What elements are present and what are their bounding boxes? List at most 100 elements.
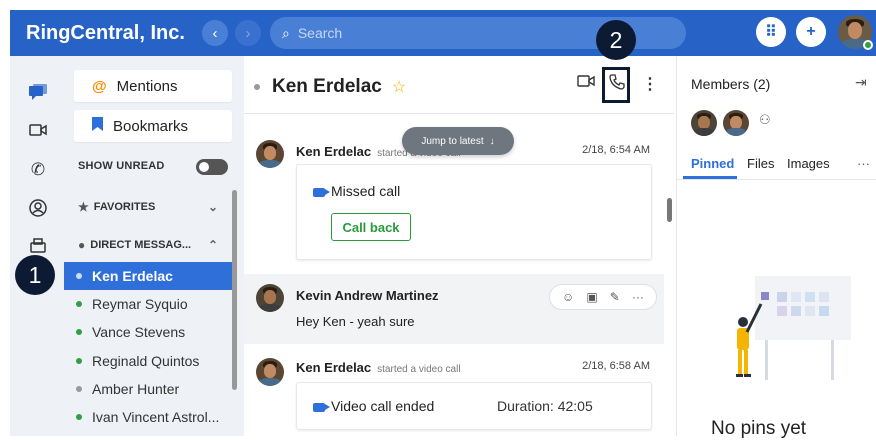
call-duration: Duration: 42:05 xyxy=(497,398,593,414)
missed-call-card: Missed call Call back xyxy=(296,164,652,260)
status-dot xyxy=(76,273,82,279)
forward-button[interactable]: › xyxy=(235,20,261,46)
contact-name: Reginald Quintos xyxy=(92,353,200,369)
presence-dot xyxy=(254,84,260,90)
tabs-more-icon[interactable]: ··· xyxy=(857,156,870,171)
more-vertical-icon[interactable]: ⋮ xyxy=(642,74,658,94)
star-icon: ★ xyxy=(78,200,89,214)
phone-icon[interactable]: ✆ xyxy=(26,158,50,182)
step-2-marker: 2 xyxy=(596,20,636,60)
call-ended-text: Video call ended xyxy=(313,398,434,414)
contacts-icon[interactable] xyxy=(26,196,50,220)
status-dot xyxy=(76,414,82,420)
edit-icon[interactable]: ✎ xyxy=(610,290,620,304)
empty-pins-illustration xyxy=(736,276,851,380)
panel-tabs: Pinned Files Images ··· xyxy=(677,154,876,180)
step-1-marker: 1 xyxy=(15,255,55,295)
add-member-icon[interactable]: ⚇ xyxy=(759,112,771,128)
tab-pinned[interactable]: Pinned xyxy=(691,156,734,171)
message-time: 2/18, 6:58 AM xyxy=(582,360,650,372)
arrow-down-icon: ↓ xyxy=(489,135,495,147)
message-time: 2/18, 6:54 AM xyxy=(582,144,650,156)
status-dot xyxy=(76,358,82,364)
video-camera-icon xyxy=(313,402,330,412)
contact-item[interactable]: Reginald Quintos xyxy=(64,347,232,375)
video-camera-icon xyxy=(313,187,330,197)
contact-name: Vance Stevens xyxy=(92,324,186,340)
contact-item[interactable]: Ivan Vincent Astrol... xyxy=(64,403,232,431)
back-button[interactable]: ‹ xyxy=(202,20,228,46)
bookmark-icon xyxy=(92,117,103,135)
status-dot xyxy=(76,329,82,335)
missed-call-text: Missed call xyxy=(313,183,400,199)
video-icon[interactable] xyxy=(26,118,50,142)
contact-item[interactable]: Ken Erdelac xyxy=(64,262,232,290)
tab-images[interactable]: Images xyxy=(787,156,830,171)
author-avatar[interactable] xyxy=(256,284,284,312)
message-body: Hey Ken - yeah sure xyxy=(296,314,415,329)
conversation-title: Ken Erdelac ☆ xyxy=(254,76,406,98)
sidebar-scrollbar[interactable] xyxy=(232,190,237,390)
contact-name: Ken Erdelac xyxy=(92,268,173,284)
message-actions: ☺ ▣ ✎ ··· xyxy=(549,284,657,310)
direct-messages-label: DIRECT MESSAG... xyxy=(90,239,192,251)
app-rail: ✆ xyxy=(10,56,64,436)
chevron-up-icon: ⌃ xyxy=(207,238,218,252)
messages-icon[interactable] xyxy=(26,80,50,104)
dialpad-icon[interactable]: ⠿ xyxy=(756,17,786,47)
active-tab-indicator xyxy=(683,176,737,179)
favorite-star-icon[interactable]: ☆ xyxy=(392,77,406,97)
at-icon: @ xyxy=(92,77,107,95)
presence-online-icon xyxy=(863,40,873,50)
message-author: Kevin Andrew Martinez xyxy=(296,288,439,303)
show-unread-label: SHOW UNREAD xyxy=(78,160,165,172)
author-avatar[interactable] xyxy=(256,140,284,168)
status-dot xyxy=(76,301,82,307)
contact-item[interactable]: Reymar Syquio xyxy=(64,290,232,318)
direct-messages-section[interactable]: ● DIRECT MESSAG... ⌃ xyxy=(78,238,218,252)
conversation-title-text: Ken Erdelac xyxy=(272,76,382,97)
call-button-highlight xyxy=(602,67,630,103)
show-unread-toggle[interactable] xyxy=(196,159,228,175)
members-title: Members (2) xyxy=(691,76,771,92)
contact-name: Amber Hunter xyxy=(92,381,180,397)
message-item: Ken Erdelacstarted a video call 2/18, 6:… xyxy=(244,354,664,434)
contact-item[interactable]: Amber Hunter xyxy=(64,375,232,403)
contact-item[interactable]: Vance Stevens xyxy=(64,318,232,346)
bookmarks-label: Bookmarks xyxy=(113,117,189,135)
favorites-section[interactable]: ★ FAVORITES ⌄ xyxy=(78,200,218,214)
empty-state-text: No pins yet xyxy=(711,418,807,439)
feed-scrollbar[interactable] xyxy=(667,198,672,222)
contact-name: Reymar Syquio xyxy=(92,296,188,312)
member-avatar[interactable] xyxy=(691,110,717,136)
mentions-button[interactable]: @ Mentions xyxy=(74,70,232,102)
chevron-down-icon: ⌄ xyxy=(207,200,218,214)
message-subtitle: started a video call xyxy=(377,364,461,375)
contact-name: Ivan Vincent Astrol... xyxy=(92,409,220,425)
emoji-icon[interactable]: ☺ xyxy=(562,290,574,304)
quote-icon[interactable]: ▣ xyxy=(586,290,597,304)
call-back-button[interactable]: Call back xyxy=(331,213,411,241)
mentions-label: Mentions xyxy=(116,77,178,95)
video-call-icon[interactable] xyxy=(577,74,595,93)
message-item: Ken Erdelacstarted a video call 2/18, 6:… xyxy=(244,136,664,266)
collapse-panel-icon[interactable]: ⇥ xyxy=(855,74,867,91)
member-avatar[interactable] xyxy=(723,110,749,136)
status-dot xyxy=(76,386,82,392)
tab-files[interactable]: Files xyxy=(747,156,774,171)
more-icon[interactable]: ··· xyxy=(632,290,644,304)
author-avatar[interactable] xyxy=(256,358,284,386)
top-bar: RingCentral, Inc. ‹ › ⌕ Search ⠿ + xyxy=(10,10,876,56)
brand-name: RingCentral, Inc. xyxy=(26,21,185,44)
person-icon: ● xyxy=(78,238,86,252)
favorites-label: FAVORITES xyxy=(93,201,156,213)
video-call-ended-card: Video call ended Duration: 42:05 xyxy=(296,382,652,430)
conversation-sidebar: @ Mentions Bookmarks SHOW UNREAD ★ FAVOR… xyxy=(64,56,244,436)
bookmarks-button[interactable]: Bookmarks xyxy=(74,110,232,142)
jump-to-latest-button[interactable]: Jump to latest ↓ xyxy=(402,127,514,155)
search-placeholder: Search xyxy=(297,25,343,41)
add-icon[interactable]: + xyxy=(796,17,826,47)
right-panel: Members (2) ⇥ ⚇ Pinned Files Images ··· … xyxy=(676,56,876,439)
message-author: Ken Erdelacstarted a video call xyxy=(296,360,461,375)
search-icon: ⌕ xyxy=(282,24,290,41)
